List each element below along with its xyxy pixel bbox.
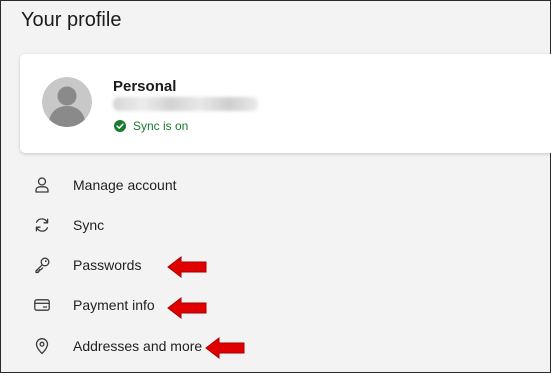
menu-label: Passwords	[73, 257, 142, 273]
menu-item-sync[interactable]: Sync	[30, 210, 104, 240]
profile-card[interactable]: Personal Sync is on	[20, 54, 551, 153]
menu-item-addresses[interactable]: Addresses and more	[30, 331, 202, 361]
page-title: Your profile	[21, 9, 122, 31]
key-icon	[30, 253, 54, 277]
arrow-pointer-icon	[167, 296, 207, 320]
menu-label: Manage account	[73, 177, 177, 193]
sync-icon	[30, 213, 54, 237]
card-icon	[30, 293, 54, 317]
menu-label: Sync	[73, 217, 105, 233]
sync-status-text: Sync is on	[133, 119, 189, 133]
sync-status: Sync is on	[114, 119, 188, 133]
arrow-pointer-icon	[205, 336, 245, 360]
menu-item-payment-info[interactable]: Payment info	[30, 290, 155, 320]
arrow-pointer-icon	[167, 255, 207, 279]
menu-label: Payment info	[73, 297, 155, 313]
blurred-email	[113, 97, 258, 111]
menu-item-passwords[interactable]: Passwords	[30, 250, 141, 280]
menu-label: Addresses and more	[73, 338, 203, 354]
person-icon	[30, 173, 54, 197]
check-circle-icon	[114, 120, 126, 132]
avatar[interactable]	[42, 77, 92, 127]
menu-item-manage-account[interactable]: Manage account	[30, 170, 177, 200]
avatar-person-icon	[42, 77, 92, 127]
profile-name: Personal	[113, 78, 177, 95]
location-pin-icon	[30, 334, 54, 358]
